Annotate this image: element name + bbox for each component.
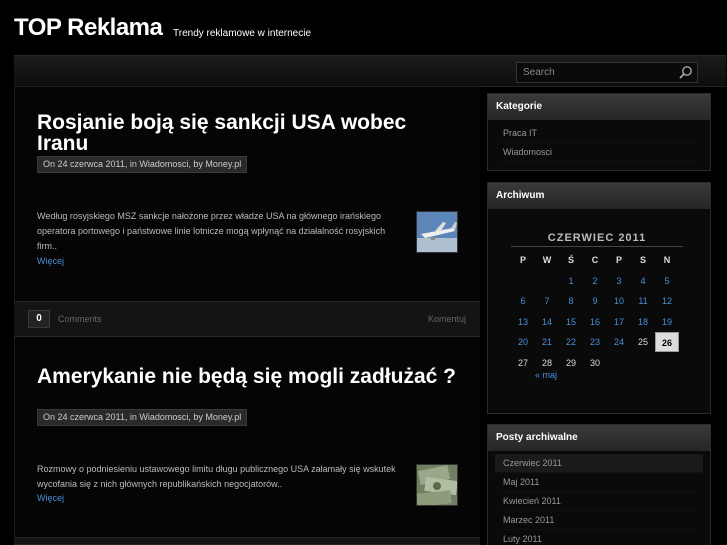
post-footer <box>14 537 480 545</box>
archive-month-link[interactable]: Luty 2011 <box>503 530 695 545</box>
calendar-day[interactable]: 7 <box>535 291 559 311</box>
calendar-day: 30 <box>589 357 600 368</box>
widget-title: Posty archiwalne <box>488 425 710 451</box>
calendar-day[interactable]: 18 <box>631 312 655 332</box>
categories-widget: Kategorie Praca IT Wiadomosci <box>487 93 711 171</box>
search-box <box>516 62 698 83</box>
calendar-day[interactable]: 1 <box>559 271 583 291</box>
calendar-day[interactable]: 21 <box>535 332 559 352</box>
calendar-day[interactable]: 5 <box>655 271 679 291</box>
calendar-day[interactable]: 20 <box>511 332 535 352</box>
post-excerpt: Według rosyjskiego MSZ sankcje nałożone … <box>37 211 386 251</box>
calendar-day[interactable]: 23 <box>583 332 607 352</box>
calendar-day[interactable]: 11 <box>631 291 655 311</box>
calendar-day[interactable]: 2 <box>583 271 607 291</box>
calendar-weekday: W <box>542 255 552 265</box>
calendar-day[interactable]: 3 <box>607 271 631 291</box>
category-link[interactable]: Wiadomosci <box>503 143 695 162</box>
category-link[interactable]: Praca IT <box>503 124 695 143</box>
calendar-weekday: P <box>615 255 622 265</box>
post-title[interactable]: Amerykanie nie będą się mogli zadłużać ? <box>37 366 457 387</box>
calendar-weekday: N <box>663 255 671 265</box>
widget-title: Kategorie <box>488 94 710 120</box>
comment-link[interactable]: Komentuj <box>428 314 466 324</box>
calendar-day: 29 <box>565 357 576 368</box>
calendar-day[interactable]: 14 <box>535 312 559 332</box>
calendar-day[interactable]: 19 <box>655 312 679 332</box>
calendar-weekday: Ś <box>567 255 574 265</box>
read-more-link[interactable]: Więcej <box>37 256 64 266</box>
archive-month-link[interactable]: Kwiecień 2011 <box>503 492 695 511</box>
calendar-weekday: S <box>639 255 646 265</box>
archive-widget: Archiwum CZERWIEC 2011 PWŚCPSN1234567891… <box>487 182 711 414</box>
calendar-day[interactable]: 6 <box>511 291 535 311</box>
calendar-day[interactable]: 24 <box>607 332 631 352</box>
calendar-day[interactable]: 15 <box>559 312 583 332</box>
calendar-weekday: C <box>591 255 599 265</box>
calendar-caption: CZERWIEC 2011 <box>511 232 683 247</box>
calendar-day: 27 <box>517 357 528 368</box>
calendar-day[interactable]: 12 <box>655 291 679 311</box>
calendar-day[interactable]: 8 <box>559 291 583 311</box>
comments-label[interactable]: Comments <box>58 314 102 324</box>
post-thumbnail[interactable] <box>416 211 458 253</box>
post-thumbnail[interactable] <box>416 464 458 506</box>
post-excerpt: Rozmowy o podniesieniu ustawowego limitu… <box>37 464 396 489</box>
post-meta: On 24 czerwca 2011, in Wiadomosci, by Mo… <box>37 409 248 426</box>
calendar-day[interactable]: 10 <box>607 291 631 311</box>
calendar-day[interactable]: 16 <box>583 312 607 332</box>
archive-list-widget: Posty archiwalne Czerwiec 2011 Maj 2011 … <box>487 424 711 545</box>
archive-month-link[interactable]: Marzec 2011 <box>503 511 695 530</box>
calendar-day[interactable]: 13 <box>511 312 535 332</box>
archive-month-link[interactable]: Maj 2011 <box>503 473 695 492</box>
search-input[interactable] <box>517 63 677 82</box>
calendar-prev-month-link[interactable]: « maj <box>535 370 557 380</box>
read-more-link[interactable]: Więcej <box>37 493 64 503</box>
site-title[interactable]: TOP Reklama <box>14 14 163 42</box>
post-title[interactable]: Rosjanie boją się sankcji USA wobec Iran… <box>37 112 457 154</box>
calendar-day: 25 <box>637 337 648 347</box>
post-footer: 0 Comments Komentuj <box>14 301 480 337</box>
archive-month-link[interactable]: Czerwiec 2011 <box>495 454 703 473</box>
site-header: TOP Reklama Trendy reklamowe w interneci… <box>0 0 727 54</box>
comments-count[interactable]: 0 <box>28 310 50 328</box>
calendar-day[interactable]: 4 <box>631 271 655 291</box>
calendar-day[interactable]: 22 <box>559 332 583 352</box>
calendar-day[interactable]: 17 <box>607 312 631 332</box>
search-icon[interactable] <box>678 65 693 80</box>
post-meta: On 24 czerwca 2011, in Wiadomosci, by Mo… <box>37 156 248 173</box>
site-tagline: Trendy reklamowe w internecie <box>173 28 312 39</box>
calendar-weekday: P <box>519 255 526 265</box>
calendar-today: 26 <box>655 332 679 352</box>
widget-title: Archiwum <box>488 183 710 209</box>
calendar-day[interactable]: 9 <box>583 291 607 311</box>
